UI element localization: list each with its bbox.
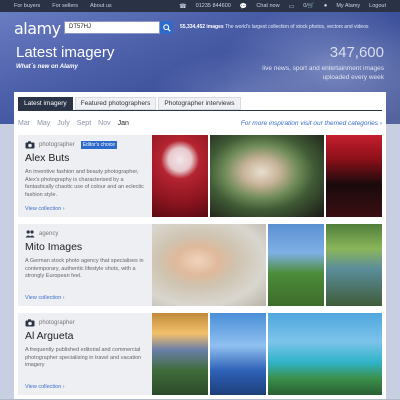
phone-icon: ☎ bbox=[179, 3, 187, 10]
my-alamy-link[interactable]: My Alamy bbox=[336, 3, 360, 9]
contributor-row: photographer Editor's choice Alex Buts A… bbox=[18, 135, 382, 217]
view-collection-link[interactable]: View collection › bbox=[25, 384, 65, 390]
photo-thumbnail[interactable] bbox=[268, 224, 324, 306]
month-filter: Mar May July Sept Nov Jan bbox=[18, 120, 129, 127]
photo-thumbnail[interactable] bbox=[326, 135, 382, 217]
search-input[interactable]: DT57HJ bbox=[64, 21, 160, 34]
contributor-info: agency Mito Images A German stock photo … bbox=[18, 224, 152, 306]
tab-photographer-interviews[interactable]: Photographer interviews bbox=[158, 97, 241, 110]
people-icon bbox=[25, 230, 35, 238]
chat-now-link[interactable]: Chat now bbox=[256, 3, 279, 9]
contributor-name[interactable]: Mito Images bbox=[25, 241, 145, 253]
page-subtitle: What`s new on Alamy bbox=[16, 64, 78, 70]
weekly-text-line2: uploaded every week bbox=[322, 74, 384, 81]
nav-for-sellers[interactable]: For sellers bbox=[52, 3, 78, 9]
contributor-type: photographer bbox=[39, 142, 75, 148]
contributor-info: photographer Editor's choice Alex Buts A… bbox=[18, 135, 152, 217]
weekly-text-line1: live news, sport and entertainment image… bbox=[262, 65, 384, 72]
contributor-row: photographer Al Argueta A frequently pub… bbox=[18, 313, 382, 395]
month-jan[interactable]: Jan bbox=[118, 120, 129, 127]
contributor-row: agency Mito Images A German stock photo … bbox=[18, 224, 382, 306]
weekly-count: 347,600 bbox=[329, 44, 384, 61]
tagline-text: The world's largest collection of stock … bbox=[223, 24, 369, 30]
photo-thumbnail[interactable] bbox=[326, 224, 382, 306]
camera-icon bbox=[25, 319, 35, 327]
tab-latest-imagery[interactable]: Latest imagery bbox=[18, 97, 73, 110]
cart-link[interactable]: 0/🛒 bbox=[303, 3, 314, 9]
month-may[interactable]: May bbox=[37, 120, 50, 127]
photo-thumbnail[interactable] bbox=[152, 135, 208, 217]
view-collection-link[interactable]: View collection › bbox=[25, 206, 65, 212]
alamy-logo[interactable]: alamy bbox=[14, 19, 61, 38]
contributor-type: photographer bbox=[39, 320, 75, 326]
search-icon bbox=[162, 23, 171, 32]
photo-thumbnail[interactable] bbox=[268, 313, 382, 395]
user-icon: ● bbox=[323, 3, 328, 9]
contributor-description: A German stock photo agency that special… bbox=[25, 258, 144, 279]
contributor-info: photographer Al Argueta A frequently pub… bbox=[18, 313, 152, 395]
tagline: 55,334,452 images The world's largest co… bbox=[180, 24, 368, 30]
contributor-description: A frequently published editorial and com… bbox=[25, 347, 142, 368]
editors-choice-badge: Editor's choice bbox=[80, 141, 118, 149]
contributor-description: An inventive fashion and beauty photogra… bbox=[25, 169, 144, 198]
month-nov[interactable]: Nov bbox=[98, 120, 110, 127]
search-button[interactable] bbox=[160, 21, 173, 34]
camera-icon bbox=[25, 141, 35, 149]
lightbox-icon[interactable]: ▭ bbox=[289, 3, 295, 10]
tab-bar: Latest imagery Featured photographers Ph… bbox=[18, 97, 241, 110]
photo-thumbnail[interactable] bbox=[152, 313, 208, 395]
chat-icon: 💬 bbox=[239, 3, 248, 10]
contributor-type: agency bbox=[39, 231, 59, 237]
page-title: Latest imagery bbox=[16, 44, 115, 61]
content-panel: Latest imagery Featured photographers Ph… bbox=[14, 92, 386, 400]
top-nav-bar: For buyers For sellers About us ☎ 01235 … bbox=[0, 0, 400, 12]
month-mar[interactable]: Mar bbox=[18, 120, 30, 127]
nav-about-us[interactable]: About us bbox=[90, 3, 112, 9]
tab-divider bbox=[18, 110, 382, 111]
month-sept[interactable]: Sept bbox=[77, 120, 91, 127]
photo-thumbnail[interactable] bbox=[210, 135, 324, 217]
month-july[interactable]: July bbox=[57, 120, 69, 127]
contributor-name[interactable]: Alex Buts bbox=[25, 152, 145, 164]
cart-icon: 🛒 bbox=[307, 3, 315, 9]
image-count: 55,334,452 images bbox=[180, 24, 224, 30]
contributor-name[interactable]: Al Argueta bbox=[25, 330, 145, 342]
themed-categories-link[interactable]: For more inspiration visit our themed ca… bbox=[241, 120, 382, 127]
view-collection-link[interactable]: View collection › bbox=[25, 295, 65, 301]
photo-thumbnail[interactable] bbox=[152, 224, 266, 306]
phone-number[interactable]: 01235 844600 bbox=[196, 3, 231, 9]
photo-thumbnail[interactable] bbox=[210, 313, 266, 395]
tab-featured-photographers[interactable]: Featured photographers bbox=[74, 97, 157, 110]
cart-count: 0 bbox=[303, 3, 307, 9]
nav-for-buyers[interactable]: For buyers bbox=[14, 3, 40, 9]
logout-link[interactable]: Logout bbox=[369, 3, 386, 9]
